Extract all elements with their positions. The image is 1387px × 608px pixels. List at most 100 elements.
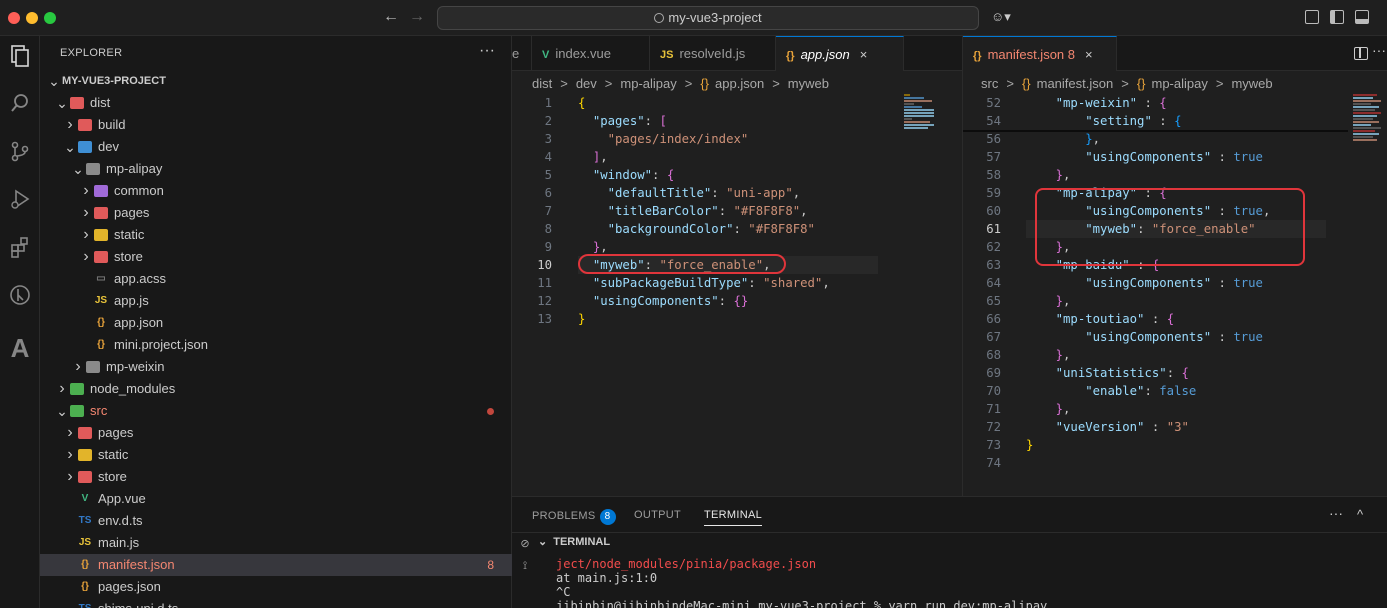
tree-item-label: store	[114, 249, 143, 264]
toggle-panel-icon[interactable]	[1355, 10, 1369, 24]
breadcrumb[interactable]: dist > dev > mp-alipay > {} app.json > myweb	[528, 73, 833, 95]
editor-tab[interactable]: {} manifest.json 8 ×	[963, 36, 1117, 71]
panel-tab-problems[interactable]: PROBLEMS 8	[532, 509, 616, 525]
forward-arrow-icon[interactable]: →	[409, 8, 425, 26]
code-token: "shared"	[763, 276, 823, 290]
json-symbol-icon[interactable]: {}	[1022, 76, 1031, 91]
search-icon[interactable]	[4, 92, 36, 124]
editor-tab[interactable]: Vindex.vue	[532, 36, 650, 71]
maximize-panel-icon[interactable]: ^	[1357, 507, 1363, 522]
tree-item[interactable]: {} mini.project.json	[40, 334, 512, 356]
code-token: {	[1174, 114, 1182, 128]
tree-item-label: dist	[90, 95, 111, 110]
tree-item[interactable]: ⌄ MY-VUE3-PROJECT	[40, 70, 512, 92]
back-arrow-icon[interactable]: ←	[383, 8, 399, 26]
font-icon[interactable]: A	[4, 332, 36, 364]
tree-item[interactable]: {} manifest.json 8	[40, 554, 512, 576]
tree-item[interactable]: ⌄ src	[40, 400, 512, 422]
breadcrumb-item[interactable]: myweb	[1231, 76, 1272, 91]
breadcrumb-item[interactable]: dev	[576, 76, 597, 91]
editor-tab[interactable]: {} app.json ×	[776, 36, 904, 71]
minimap[interactable]	[904, 94, 954, 130]
chevron-right-icon: ›	[67, 446, 73, 463]
close-icon[interactable]: ×	[1085, 47, 1093, 62]
tree-item[interactable]: › build	[40, 114, 512, 136]
more-actions-icon[interactable]: ···	[479, 42, 495, 60]
minimap[interactable]	[1353, 94, 1383, 142]
tree-item[interactable]: JS app.js	[40, 290, 512, 312]
code-token: ,	[800, 204, 808, 218]
breadcrumb[interactable]: src > {} manifest.json > {} mp-alipay > myweb	[977, 73, 1277, 95]
breadcrumb-item[interactable]: manifest.json	[1037, 76, 1114, 91]
json-symbol-icon[interactable]: {}	[1137, 76, 1146, 91]
minimize-window-button[interactable]	[26, 12, 38, 24]
close-window-button[interactable]	[8, 12, 20, 24]
tree-item[interactable]: › pages	[40, 422, 512, 444]
editor-group-right: {} manifest.json 8 × ··· src > {} manifest.js…	[962, 36, 1387, 496]
breadcrumb-item[interactable]: app.json	[715, 76, 764, 91]
json-symbol-icon[interactable]: {}	[700, 76, 709, 91]
tree-item[interactable]: › static	[40, 444, 512, 466]
breadcrumb-item[interactable]: mp-alipay	[1152, 76, 1208, 91]
folder-red-icon	[78, 119, 92, 131]
close-icon[interactable]: ×	[860, 47, 868, 62]
tree-item-label: mp-alipay	[106, 161, 163, 176]
panel-tab-output[interactable]: OUTPUT	[634, 509, 681, 521]
code-token: ,	[1063, 402, 1071, 416]
code-line: "usingComponents" : true	[1026, 274, 1263, 292]
copilot-icon[interactable]: ☺▾	[991, 9, 1011, 25]
breadcrumb-item[interactable]: myweb	[788, 76, 829, 91]
editor-tab[interactable]: e	[502, 36, 532, 71]
editor-tab[interactable]: JS resolveId.js	[650, 36, 776, 71]
toggle-sidebar-icon[interactable]	[1330, 10, 1344, 24]
maximize-window-button[interactable]	[44, 12, 56, 24]
tree-item[interactable]: › mp-weixin	[40, 356, 512, 378]
sticky-scroll-shadow	[963, 130, 1348, 132]
run-debug-icon[interactable]	[4, 188, 36, 220]
tree-item[interactable]: ▭ app.acss	[40, 268, 512, 290]
tree-item[interactable]: ⌄ mp-alipay	[40, 158, 512, 180]
tree-item[interactable]: V App.vue	[40, 488, 512, 510]
chevron-down-icon: ⌄	[72, 161, 84, 177]
source-control-icon[interactable]	[4, 140, 36, 172]
folder-grey-icon	[86, 361, 100, 373]
extensions-icon[interactable]	[4, 236, 36, 268]
code-token: ,	[822, 276, 830, 290]
command-center-search[interactable]: my-vue3-project	[437, 6, 979, 30]
code-line: "pages/index/index"	[578, 130, 749, 148]
explorer-icon[interactable]	[4, 44, 36, 76]
more-actions-icon[interactable]: ···	[1329, 505, 1343, 521]
tree-item[interactable]: TS env.d.ts	[40, 510, 512, 532]
tree-item[interactable]: {} pages.json	[40, 576, 512, 598]
editor-group-left: e Vindex.vue JS resolveId.js {} app.json × dis…	[512, 36, 962, 496]
tree-item[interactable]: › node_modules	[40, 378, 512, 400]
chevron-right-icon: ›	[67, 424, 73, 441]
chevron-right-icon: ›	[83, 204, 89, 221]
tree-item[interactable]: › store	[40, 246, 512, 268]
tree-item[interactable]: › static	[40, 224, 512, 246]
tree-item[interactable]: ⌄ dist	[40, 92, 512, 114]
tree-item[interactable]: JS main.js	[40, 532, 512, 554]
breadcrumb-item[interactable]: dist	[532, 76, 552, 91]
breadcrumb-item[interactable]: mp-alipay	[620, 76, 676, 91]
tree-item[interactable]: ⌄ dev	[40, 136, 512, 158]
panel-tab-terminal[interactable]: TERMINAL	[704, 509, 763, 526]
toggle-primary-sidebar-icon[interactable]	[1305, 10, 1319, 24]
line-number: 52	[986, 96, 1001, 110]
code-token: ,	[1063, 294, 1071, 308]
tab-label: manifest.json 8	[987, 47, 1075, 62]
terminal-toolbar-icons[interactable]: ⊘ ⟟	[518, 533, 532, 577]
tree-item[interactable]: › pages	[40, 202, 512, 224]
split-editor-icon[interactable]	[1354, 47, 1368, 60]
breadcrumb-item[interactable]: src	[981, 76, 998, 91]
more-actions-icon[interactable]: ···	[1372, 42, 1386, 58]
tree-item[interactable]: › common	[40, 180, 512, 202]
tree-item[interactable]: {} app.json	[40, 312, 512, 334]
code-line: "usingComponents" : true	[1026, 148, 1263, 166]
tree-item[interactable]: › store	[40, 466, 512, 488]
remote-icon[interactable]	[4, 284, 36, 316]
code-token: true	[1233, 276, 1263, 290]
terminal-section-header[interactable]: ⌄ TERMINAL	[538, 535, 610, 548]
tree-item[interactable]: TS shims-uni.d.ts	[40, 598, 512, 608]
